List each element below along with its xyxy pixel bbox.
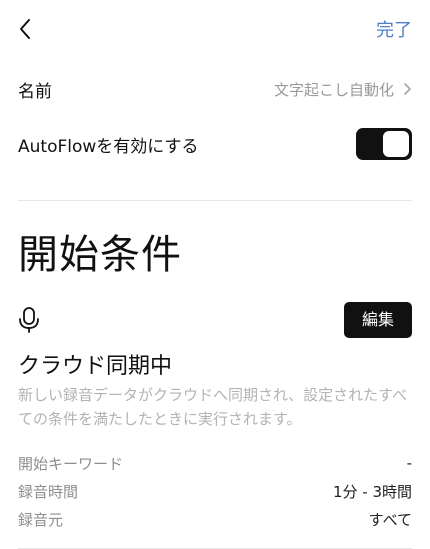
done-button[interactable]: 完了 <box>376 16 412 42</box>
name-label: 名前 <box>18 81 52 102</box>
microphone-icon <box>19 307 39 333</box>
toggle-knob <box>383 131 409 157</box>
detail-value: 1分 - 3時間 <box>332 482 412 501</box>
trigger-icon-wrap <box>18 304 44 336</box>
section-divider <box>18 200 412 201</box>
autoflow-settings-screen: 完了 名前 文字起こし自動化 AutoFlowを有効にする 開始条件 編集 クラ… <box>0 0 430 549</box>
trigger-description: 新しい録音データがクラウドへ同期され、設定されたすべての条件を満たしたときに実行… <box>18 386 408 428</box>
edit-button[interactable]: 編集 <box>343 302 412 338</box>
trigger-header-row: 編集 <box>18 301 412 339</box>
detail-row-start-keyword: 開始キーワード - <box>18 449 412 477</box>
start-conditions-title: 開始条件 <box>18 232 182 278</box>
detail-value: - <box>406 454 412 472</box>
top-bar: 完了 <box>18 0 412 58</box>
back-button[interactable] <box>18 14 48 44</box>
chevron-left-icon <box>20 19 30 39</box>
chevron-right-icon <box>404 83 411 95</box>
detail-value: すべて <box>368 510 412 529</box>
detail-row-recording-duration: 録音時間 1分 - 3時間 <box>18 477 412 505</box>
name-row[interactable]: 名前 文字起こし自動化 <box>18 58 412 120</box>
condition-details: 開始キーワード - 録音時間 1分 - 3時間 録音元 すべて <box>18 449 412 533</box>
autoflow-toggle[interactable] <box>356 128 412 160</box>
name-value-group: 文字起こし自動化 <box>274 79 412 100</box>
autoflow-label: AutoFlowを有効にする <box>18 136 199 157</box>
detail-key: 開始キーワード <box>18 454 124 473</box>
autoflow-row: AutoFlowを有効にする <box>18 120 412 168</box>
detail-key: 録音元 <box>18 510 64 529</box>
trigger-title: クラウド同期中 <box>18 354 173 379</box>
name-value: 文字起こし自動化 <box>273 80 394 99</box>
detail-key: 録音時間 <box>18 482 79 501</box>
detail-row-recording-source: 録音元 すべて <box>18 505 412 533</box>
